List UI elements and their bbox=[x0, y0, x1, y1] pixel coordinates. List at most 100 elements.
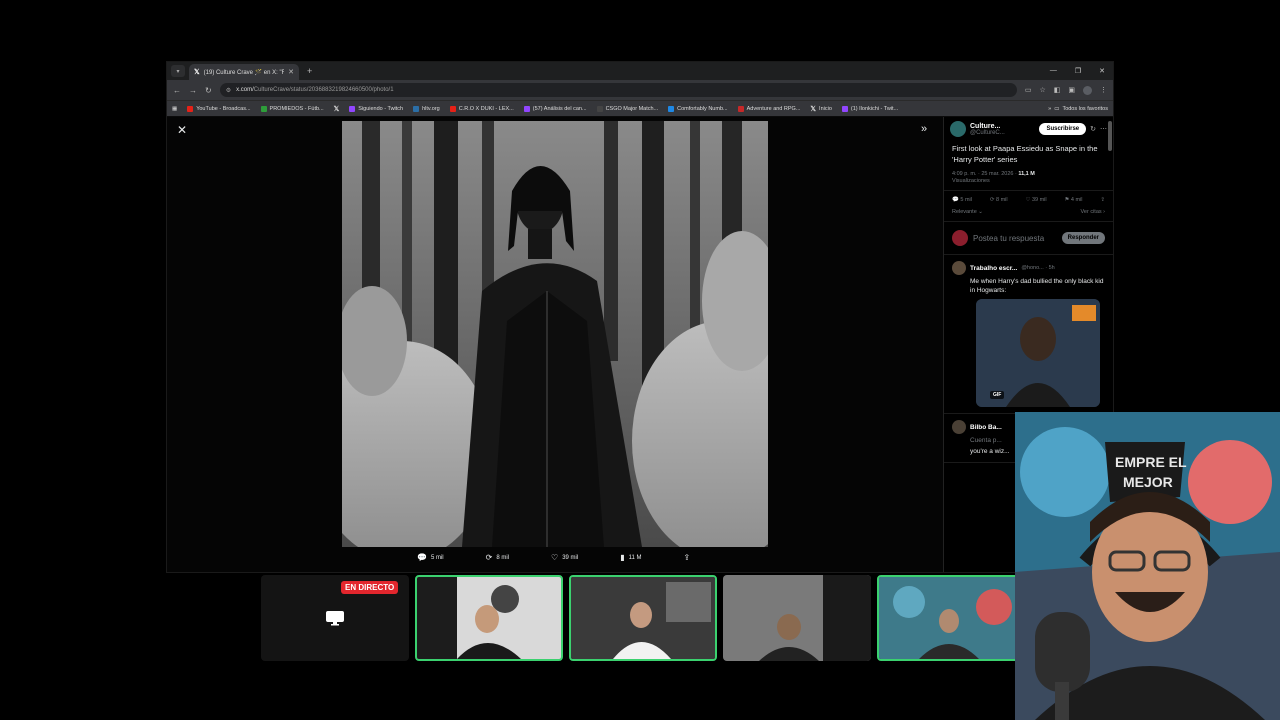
avatar[interactable] bbox=[950, 121, 966, 137]
reply-stat[interactable]: 💬 5 mil bbox=[952, 197, 972, 203]
bookmark-item[interactable]: CSGO Major Match... bbox=[596, 105, 658, 112]
x-logo-icon: 𝕏 bbox=[333, 105, 340, 113]
bookmark-favicon-icon bbox=[668, 105, 675, 112]
reload-icon[interactable]: ↻ bbox=[205, 86, 212, 95]
cast-icon[interactable]: ▭ bbox=[1025, 86, 1032, 94]
bookmark-item[interactable]: (1) Ilonkichi - Twit... bbox=[841, 105, 898, 112]
chevron-right-icon: » bbox=[1048, 105, 1052, 112]
subscribe-button[interactable]: Suscribirse bbox=[1039, 123, 1087, 135]
reply-action[interactable]: 💬 5 mil bbox=[417, 553, 444, 562]
apps-icon[interactable]: ▦ bbox=[172, 106, 177, 112]
bookmark-item[interactable]: YouTube - Broadcas... bbox=[187, 105, 251, 112]
participant-strip: EN DIRECTO bbox=[261, 575, 1025, 661]
bookmark-item[interactable]: Siguiendo - Twitch bbox=[349, 105, 403, 112]
close-window-icon[interactable]: ✕ bbox=[1099, 67, 1105, 75]
participant-cam[interactable] bbox=[415, 575, 563, 661]
bookmark-item[interactable]: Comfortably Numb... bbox=[668, 105, 728, 112]
like-stat[interactable]: ♡ 39 mil bbox=[1025, 197, 1046, 203]
reply-author[interactable]: Bilbo Ba... bbox=[970, 424, 1002, 431]
stream-screen: ▾ 𝕏 (19) Culture Crave 🪄 en X: "Fi ✕ + —… bbox=[0, 0, 1280, 720]
star-icon[interactable]: ☆ bbox=[1039, 86, 1045, 94]
views-action[interactable]: ▮ 11 M bbox=[620, 553, 641, 562]
bookmark-favicon-icon bbox=[187, 105, 194, 112]
tab-close-icon[interactable]: ✕ bbox=[288, 68, 294, 76]
bookmark-favicon-icon bbox=[737, 105, 744, 112]
grok-icon[interactable]: ↻ bbox=[1090, 125, 1096, 133]
collapse-panel-icon[interactable]: » bbox=[921, 123, 927, 135]
profile-avatar[interactable] bbox=[1083, 85, 1092, 95]
comment-icon: 💬 bbox=[417, 553, 427, 562]
sort-dropdown[interactable]: Relevante ⌄ bbox=[952, 209, 983, 215]
new-tab-button[interactable]: + bbox=[307, 66, 312, 76]
reply-gif[interactable]: GIF bbox=[976, 299, 1100, 407]
like-action[interactable]: ♡ 39 mil bbox=[551, 553, 578, 562]
extension-icon[interactable]: ◧ bbox=[1054, 86, 1061, 94]
bookmark-item[interactable]: C.R.O X DUKI - LEX... bbox=[449, 105, 514, 112]
participant-cam[interactable] bbox=[877, 575, 1025, 661]
minimize-icon[interactable]: — bbox=[1050, 67, 1057, 75]
address-bar[interactable]: ⚙ x.com/CultureCrave/status/203688321982… bbox=[219, 83, 1017, 97]
bookmark-item[interactable]: PROMIEDOS - Fútb... bbox=[260, 105, 324, 112]
author-handle: @CultureC... bbox=[970, 129, 1005, 136]
share-action[interactable]: ⇪ bbox=[684, 553, 691, 562]
repost-action[interactable]: ⟳ 8 mil bbox=[486, 553, 509, 562]
menu-icon[interactable]: ⋮ bbox=[1100, 86, 1107, 94]
tab-bar: ▾ 𝕏 (19) Culture Crave 🪄 en X: "Fi ✕ + —… bbox=[167, 62, 1113, 80]
tab-search-icon[interactable]: ▾ bbox=[171, 65, 185, 77]
participant-video bbox=[417, 577, 561, 659]
participant-video bbox=[571, 577, 715, 659]
reply-input[interactable]: Postea tu respuesta bbox=[973, 234, 1057, 243]
quotes-link[interactable]: Ver citas › bbox=[1081, 209, 1105, 215]
chart-icon: ▮ bbox=[620, 553, 625, 562]
reply-button[interactable]: Responder bbox=[1061, 232, 1105, 244]
more-icon[interactable]: ⋯ bbox=[1100, 125, 1107, 133]
participant-cam[interactable] bbox=[723, 575, 871, 661]
participant-cam[interactable] bbox=[569, 575, 717, 661]
post-photo[interactable] bbox=[342, 121, 768, 547]
bookmark-favicon-icon bbox=[349, 105, 356, 112]
repost-icon: ⟳ bbox=[485, 553, 493, 562]
reply-header: Trabalho escr... @hono... · 5h bbox=[952, 261, 1105, 275]
participant-video bbox=[723, 575, 871, 661]
restore-icon[interactable]: ❐ bbox=[1075, 67, 1081, 75]
bookmark-item[interactable]: hltv.org bbox=[413, 105, 440, 112]
gif-badge: GIF bbox=[990, 391, 1005, 399]
all-bookmarks[interactable]: » ▭ Todos los favoritos bbox=[1048, 106, 1108, 112]
bookmark-item[interactable]: (57) Análisis del can... bbox=[523, 105, 587, 112]
reply-author[interactable]: Trabalho escr... bbox=[970, 265, 1017, 272]
scrollbar[interactable] bbox=[1108, 121, 1112, 151]
monitor-icon bbox=[326, 611, 344, 626]
avatar[interactable] bbox=[952, 261, 966, 275]
author-name[interactable]: Culture... bbox=[970, 123, 1005, 130]
live-badge: EN DIRECTO bbox=[341, 581, 399, 594]
views-label: Visualizaciones bbox=[952, 178, 990, 184]
folder-icon: ▭ bbox=[1054, 105, 1060, 112]
browser-window: ▾ 𝕏 (19) Culture Crave 🪄 en X: "Fi ✕ + —… bbox=[166, 61, 1114, 573]
share-icon[interactable]: ⇪ bbox=[1100, 197, 1105, 203]
close-icon[interactable]: ✕ bbox=[177, 123, 187, 137]
bookmark-item[interactable]: 𝕏 bbox=[334, 105, 340, 113]
url-path: CultureCrave/status/2036883219824660500/… bbox=[253, 87, 394, 93]
heart-icon: ♡ bbox=[551, 553, 559, 562]
browser-toolbar: ← → ↻ ⚙ x.com/CultureCrave/status/203688… bbox=[167, 80, 1113, 100]
avatar[interactable] bbox=[952, 420, 966, 434]
streamer-webcam: EMPRE EL MEJOR bbox=[1015, 412, 1280, 720]
reply-text: Me when Harry's dad bullied the only bla… bbox=[970, 278, 1104, 294]
tab-active[interactable]: 𝕏 (19) Culture Crave 🪄 en X: "Fi ✕ bbox=[189, 64, 299, 80]
svg-text:MEJOR: MEJOR bbox=[1123, 474, 1173, 490]
bookmark-item[interactable]: Adventure and RPG... bbox=[737, 105, 800, 112]
bookmark-favicon-icon bbox=[596, 105, 603, 112]
screen-share-tile[interactable]: EN DIRECTO bbox=[261, 575, 409, 661]
bookmark-stat[interactable]: ⚑ 4 mil bbox=[1064, 197, 1082, 203]
post-stats: 💬 5 mil ⟳ 8 mil ♡ 39 mil ⚑ 4 mil ⇪ bbox=[944, 190, 1113, 209]
reply-item[interactable]: Trabalho escr... @hono... · 5h Me when H… bbox=[944, 255, 1113, 414]
bookmark-item[interactable]: 𝕏 Inicio bbox=[810, 105, 831, 113]
forward-icon[interactable]: → bbox=[189, 86, 197, 95]
puzzle-icon[interactable]: ▣ bbox=[1068, 86, 1075, 94]
bookmark-favicon-icon bbox=[523, 105, 530, 112]
post-meta: 4:09 p. m. · 25 mar. 2026 · 11,1 M bbox=[952, 171, 1035, 177]
webcam-video: EMPRE EL MEJOR bbox=[1015, 412, 1280, 720]
site-info-icon[interactable]: ⚙ bbox=[226, 87, 231, 94]
back-icon[interactable]: ← bbox=[173, 86, 181, 95]
repost-stat[interactable]: ⟳ 8 mil bbox=[990, 197, 1008, 203]
